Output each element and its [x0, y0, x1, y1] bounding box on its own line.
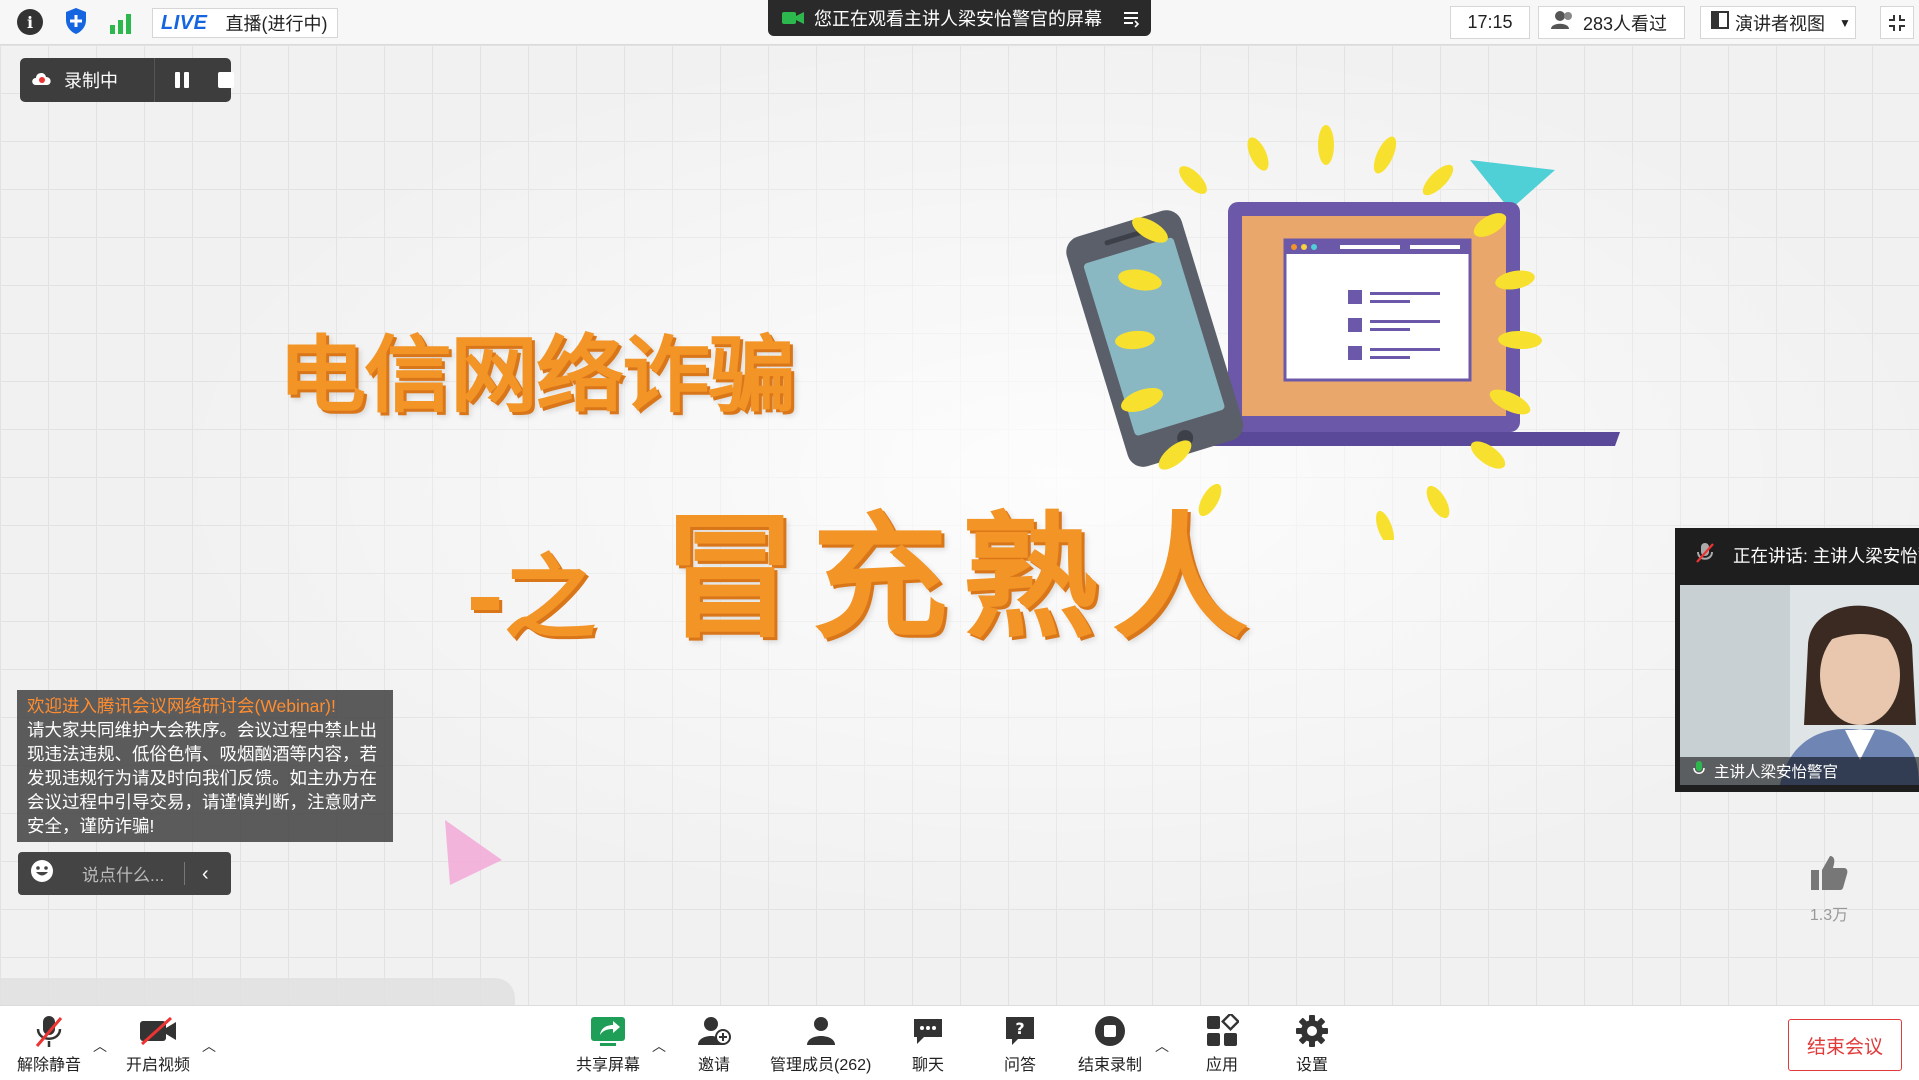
chat-input[interactable]: 说点什么... ‹ [18, 852, 231, 895]
end-recording-button[interactable]: 结束录制 [1078, 1014, 1142, 1075]
live-status-box: LIVE 直播(进行中) [152, 8, 338, 38]
chevron-down-icon: ▼ [1839, 15, 1851, 30]
apps-grid-icon [1205, 1014, 1239, 1048]
speaking-label: 正在讲话: 主讲人梁安怡警官 [1733, 546, 1919, 566]
slide-title-prefix: -之 [466, 545, 597, 652]
stop-icon[interactable] [218, 72, 234, 88]
chevron-up-icon[interactable]: ︿ [202, 1036, 216, 1056]
apps-button[interactable]: 应用 [1205, 1014, 1239, 1075]
like-count: 1.3万 [1809, 907, 1849, 924]
recording-label: 录制中 [64, 71, 118, 91]
unmute-button[interactable]: 解除静音 [17, 1014, 81, 1075]
unmute-label: 解除静音 [17, 1057, 82, 1074]
notice-welcome: 欢迎进入腾讯会议网络研讨会(Webinar)! [27, 696, 336, 716]
people-icon [1551, 10, 1575, 35]
end-recording-label: 结束录制 [1078, 1057, 1143, 1074]
question-icon: ? [1004, 1014, 1036, 1048]
view-mode-label: 演讲者视图 [1735, 13, 1825, 34]
apps-label: 应用 [1205, 1057, 1238, 1074]
emoji-icon[interactable] [30, 859, 54, 888]
screen-share-banner: 您正在观看主讲人梁安怡警官的屏幕 [768, 0, 1151, 36]
chevron-up-icon[interactable]: ︿ [652, 1036, 666, 1056]
notice-body: 请大家共同维护大会秩序。会议过程中禁止出现违法违规、低俗色情、吸烟酗酒等内容，若… [27, 720, 377, 836]
settings-button[interactable]: 设置 [1295, 1014, 1329, 1075]
info-icon[interactable]: i [17, 9, 43, 35]
manage-members-button[interactable]: 管理成员(262) [770, 1014, 871, 1075]
chat-button[interactable]: 聊天 [912, 1014, 944, 1075]
shield-icon[interactable] [63, 8, 89, 34]
live-status-text: 直播(进行中) [225, 14, 328, 34]
meeting-time: 17:15 [1450, 6, 1530, 39]
view-mode-dropdown[interactable]: 演讲者视图 ▼ [1700, 6, 1856, 39]
chat-label: 聊天 [912, 1057, 945, 1074]
members-icon [804, 1014, 838, 1048]
exit-fullscreen-icon[interactable] [1880, 6, 1914, 39]
mic-muted-icon [1695, 541, 1715, 570]
svg-text:?: ? [1015, 1019, 1024, 1038]
share-banner-text: 您正在观看主讲人梁安怡警官的屏幕 [814, 9, 1102, 29]
gear-icon [1295, 1014, 1329, 1048]
top-bar: i LIVE 直播(进行中) 您正在观看主讲人梁安怡警官的屏幕 17:15 28… [0, 0, 1919, 45]
speaker-name: 主讲人梁安怡警官 [1714, 764, 1839, 781]
cloud-record-icon [30, 69, 54, 92]
video-off-icon [139, 1014, 177, 1048]
recording-bar: 录制中 [20, 58, 234, 102]
signal-icon[interactable] [108, 10, 134, 36]
slide-illustration [1040, 110, 1630, 546]
thumbs-up-icon [1808, 856, 1850, 898]
start-video-label: 开启视频 [126, 1057, 191, 1074]
speaker-video[interactable] [1680, 585, 1919, 785]
manage-members-label: 管理成员(262) [770, 1057, 872, 1074]
end-meeting-button[interactable]: 结束会议 [1788, 1019, 1902, 1071]
add-user-icon [697, 1014, 731, 1048]
qa-label: 问答 [1004, 1057, 1037, 1074]
share-screen-button[interactable]: 共享屏幕 [576, 1014, 640, 1075]
webinar-notice: 欢迎进入腾讯会议网络研讨会(Webinar)! 请大家共同维护大会秩序。会议过程… [17, 690, 393, 842]
start-video-button[interactable]: 开启视频 [126, 1014, 190, 1075]
menu-list-icon[interactable] [1121, 8, 1141, 33]
decorative-triangle [440, 815, 510, 895]
speaker-name-bar: 主讲人梁安怡警官 [1680, 757, 1919, 785]
invite-label: 邀请 [697, 1057, 730, 1074]
viewers-count-text: 283人看过 [1583, 13, 1668, 34]
like-button[interactable]: 1.3万 [1805, 852, 1853, 925]
collapse-chevron-icon[interactable]: ‹ [202, 863, 209, 886]
chevron-up-icon[interactable]: ︿ [1155, 1036, 1169, 1056]
live-badge: LIVE [161, 11, 208, 34]
settings-label: 设置 [1295, 1057, 1328, 1074]
stop-record-icon [1093, 1014, 1127, 1048]
mic-muted-icon [33, 1014, 65, 1048]
mic-icon [1692, 760, 1706, 783]
slide-title-line1: 电信网络诈骗 [278, 326, 796, 425]
chat-placeholder: 说点什么... [82, 866, 165, 885]
qa-button[interactable]: ? 问答 [1004, 1014, 1036, 1075]
speaker-panel: 正在讲话: 主讲人梁安怡警官 主讲人梁安怡警官 [1675, 528, 1919, 792]
share-screen-label: 共享屏幕 [576, 1057, 641, 1074]
speaker-header: 正在讲话: 主讲人梁安怡警官 [1675, 528, 1919, 583]
share-screen-icon [590, 1014, 626, 1048]
layout-icon [1711, 11, 1729, 34]
viewers-count-button[interactable]: 283人看过 [1538, 6, 1685, 39]
video-camera-icon [782, 10, 804, 26]
chat-bubble-icon [912, 1014, 944, 1048]
chevron-up-icon[interactable]: ︿ [93, 1036, 107, 1056]
whiteboard-toolbar[interactable] [0, 978, 515, 1008]
bottom-toolbar: 解除静音 ︿ 开启视频 ︿ 共享屏幕 ︿ 邀请 管理成员(262) 聊天 ? 问… [0, 1005, 1919, 1080]
pause-icon[interactable] [172, 70, 192, 95]
invite-button[interactable]: 邀请 [697, 1014, 731, 1075]
